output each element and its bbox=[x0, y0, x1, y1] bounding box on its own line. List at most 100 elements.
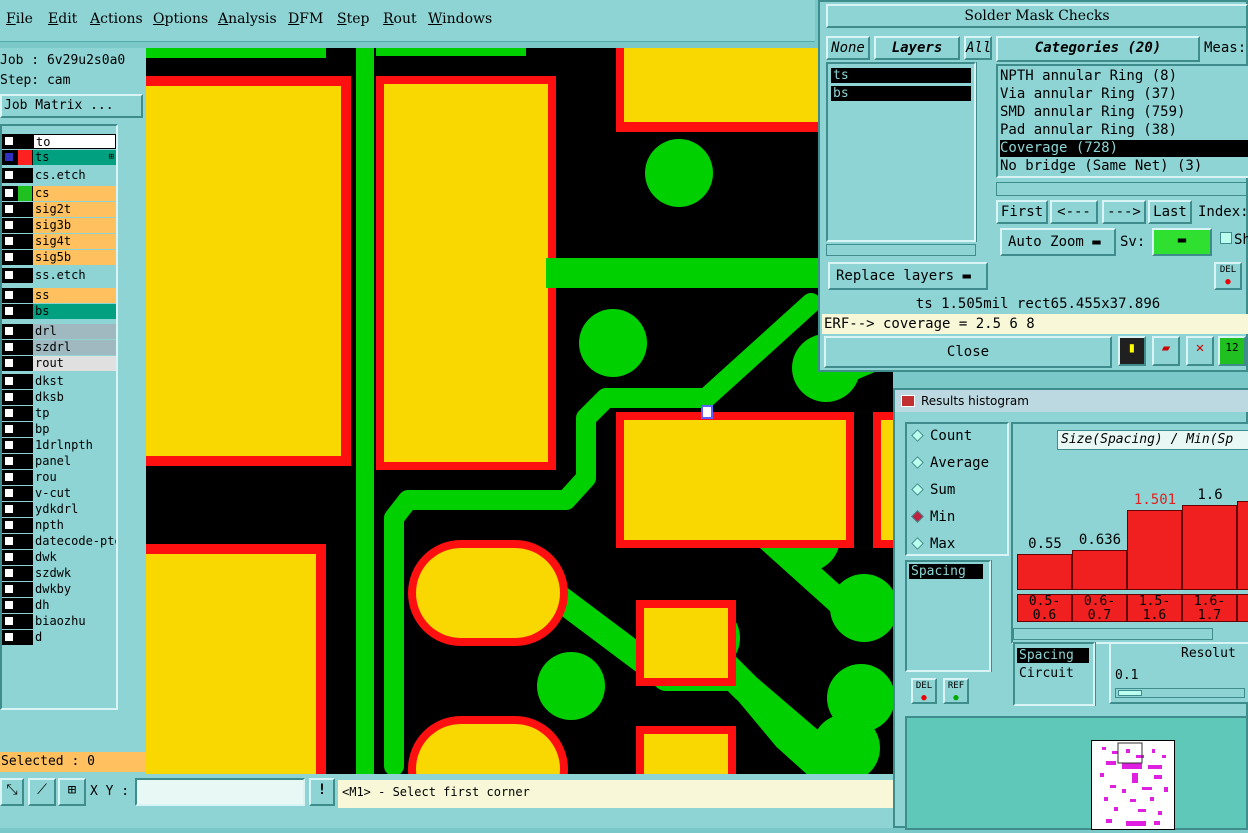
layer-row-ts[interactable]: ts ⊞ bbox=[2, 150, 116, 165]
layer-list-hscroll[interactable] bbox=[826, 244, 976, 256]
category-item[interactable]: Via annular Ring (37) bbox=[1000, 86, 1248, 103]
menu-analysis[interactable]: Analysis bbox=[218, 11, 277, 27]
layer-row-drl[interactable]: drl bbox=[2, 324, 116, 339]
menu-step[interactable]: Step bbox=[337, 11, 369, 27]
histogram-bar[interactable] bbox=[1237, 501, 1248, 590]
mode-radio-sum[interactable]: Sum bbox=[911, 482, 955, 498]
layer-checkbox[interactable] bbox=[4, 584, 14, 594]
layers-button[interactable]: Layers bbox=[874, 36, 960, 60]
first-button[interactable]: First bbox=[996, 200, 1048, 224]
layer-row-dwk[interactable]: dwk bbox=[2, 550, 116, 565]
mode-radio-average[interactable]: Average bbox=[911, 455, 989, 471]
layer-checkbox[interactable] bbox=[4, 188, 14, 198]
bottom-item-circuit[interactable]: Circuit bbox=[1017, 666, 1089, 681]
category-item[interactable]: SMD annular Ring (759) bbox=[1000, 104, 1248, 121]
category-item[interactable]: Coverage (728) bbox=[1000, 140, 1248, 157]
bottom-list-scroll[interactable] bbox=[1095, 642, 1107, 706]
layer-row-dkst[interactable]: dkst bbox=[2, 374, 116, 389]
layer-row-cs.etch[interactable]: cs.etch bbox=[2, 168, 116, 183]
layer-checkbox[interactable] bbox=[4, 236, 14, 246]
alert-icon[interactable]: ! bbox=[309, 778, 335, 806]
layer-checkbox[interactable] bbox=[4, 252, 14, 262]
mode-radio-min[interactable]: Min bbox=[911, 509, 955, 525]
layer-row-sig5b[interactable]: sig5b bbox=[2, 250, 116, 265]
histogram-bar[interactable] bbox=[1072, 550, 1127, 590]
menu-edit[interactable]: Edit bbox=[48, 11, 77, 27]
layer-checkbox[interactable] bbox=[4, 472, 14, 482]
layer-row-tp[interactable]: tp bbox=[2, 406, 116, 421]
xy-input[interactable] bbox=[135, 778, 305, 806]
hist-ref-icon[interactable]: REF ● bbox=[943, 678, 969, 704]
category-item[interactable]: No bridge (Same Net) (3) bbox=[1000, 158, 1248, 175]
layer-row-sig3b[interactable]: sig3b bbox=[2, 218, 116, 233]
delete-icon[interactable]: ✕ bbox=[1186, 336, 1214, 366]
layer-list-scrollbar[interactable] bbox=[118, 124, 143, 710]
count-icon[interactable]: 12 bbox=[1218, 336, 1246, 366]
layer-checkbox[interactable] bbox=[4, 600, 14, 610]
menu-options[interactable]: Options bbox=[153, 11, 208, 27]
histogram-bar[interactable] bbox=[1182, 505, 1237, 590]
resolution-slider[interactable] bbox=[1115, 688, 1245, 698]
layer-row-sig2t[interactable]: sig2t bbox=[2, 202, 116, 217]
layer-row-cs[interactable]: cs bbox=[2, 186, 116, 201]
close-button[interactable]: Close bbox=[824, 336, 1112, 368]
layer-row-1drlnpth[interactable]: 1drlnpth bbox=[2, 438, 116, 453]
next-button[interactable]: ---> bbox=[1102, 200, 1146, 224]
grid-icon[interactable]: ⊞ bbox=[58, 778, 86, 806]
layer-checkbox[interactable] bbox=[4, 424, 14, 434]
layer-row-ss.etch[interactable]: ss.etch bbox=[2, 268, 116, 283]
prev-button[interactable]: <--- bbox=[1050, 200, 1098, 224]
layer-row-datecode-pte[interactable]: datecode-pte bbox=[2, 534, 116, 549]
layer-checkbox[interactable] bbox=[4, 568, 14, 578]
job-matrix-button[interactable]: Job Matrix ... bbox=[0, 94, 143, 118]
layer-checkbox[interactable] bbox=[4, 326, 14, 336]
category-item[interactable]: NPTH annular Ring (8) bbox=[1000, 68, 1248, 85]
layer-checkbox[interactable] bbox=[4, 504, 14, 514]
resolution-slider-thumb[interactable] bbox=[1118, 690, 1142, 696]
histogram-bar[interactable] bbox=[1127, 510, 1182, 590]
all-button[interactable]: All bbox=[964, 36, 992, 60]
menu-windows[interactable]: Windows bbox=[428, 11, 492, 27]
layer-checkbox[interactable] bbox=[4, 536, 14, 546]
layer-item-ts[interactable]: ts bbox=[831, 68, 971, 83]
layer-row-rou[interactable]: rou bbox=[2, 470, 116, 485]
layer-row-szdwk[interactable]: szdwk bbox=[2, 566, 116, 581]
layer-checkbox[interactable] bbox=[4, 616, 14, 626]
menu-rout[interactable]: Rout bbox=[383, 11, 417, 27]
chart-icon[interactable]: ▰ bbox=[1152, 336, 1180, 366]
sh-checkbox[interactable] bbox=[1220, 232, 1232, 244]
layer-row-npth[interactable]: npth bbox=[2, 518, 116, 533]
layer-checkbox[interactable] bbox=[4, 456, 14, 466]
layer-checkbox[interactable] bbox=[4, 376, 14, 386]
layer-checkbox[interactable] bbox=[4, 152, 14, 162]
category-item[interactable]: Pad annular Ring (38) bbox=[1000, 122, 1248, 139]
layer-checkbox[interactable] bbox=[4, 220, 14, 230]
layer-checkbox[interactable] bbox=[4, 290, 14, 300]
menu-file[interactable]: File bbox=[6, 11, 33, 27]
hist-list-item-spacing[interactable]: Spacing bbox=[909, 564, 983, 579]
menu-actions[interactable]: Actions bbox=[90, 11, 143, 27]
layer-checkbox[interactable] bbox=[4, 170, 14, 180]
layer-checkbox[interactable] bbox=[4, 440, 14, 450]
layer-checkbox[interactable] bbox=[4, 520, 14, 530]
layer-row-dh[interactable]: dh bbox=[2, 598, 116, 613]
histogram-hscroll[interactable] bbox=[1013, 628, 1213, 640]
layer-list-vscroll[interactable] bbox=[976, 62, 990, 242]
layer-row-d[interactable]: d bbox=[2, 630, 116, 645]
menu-dfm[interactable]: DFM bbox=[288, 11, 323, 27]
layer-checkbox[interactable] bbox=[4, 136, 14, 146]
layer-checkbox[interactable] bbox=[4, 408, 14, 418]
layer-checkbox[interactable] bbox=[4, 488, 14, 498]
layer-row-dksb[interactable]: dksb bbox=[2, 390, 116, 405]
histogram-bar[interactable] bbox=[1017, 554, 1072, 590]
bottom-item-spacing[interactable]: Spacing bbox=[1017, 648, 1089, 663]
mode-radio-count[interactable]: Count bbox=[911, 428, 972, 444]
layer-row-bp[interactable]: bp bbox=[2, 422, 116, 437]
layer-checkbox[interactable] bbox=[4, 392, 14, 402]
hist-del-icon[interactable]: DEL ● bbox=[911, 678, 937, 704]
layer-row-ydkdrl[interactable]: ydkdrl bbox=[2, 502, 116, 517]
layer-row-to[interactable]: to bbox=[2, 134, 116, 149]
layer-row-rout[interactable]: rout bbox=[2, 356, 116, 371]
last-button[interactable]: Last bbox=[1148, 200, 1192, 224]
layer-checkbox[interactable] bbox=[4, 204, 14, 214]
